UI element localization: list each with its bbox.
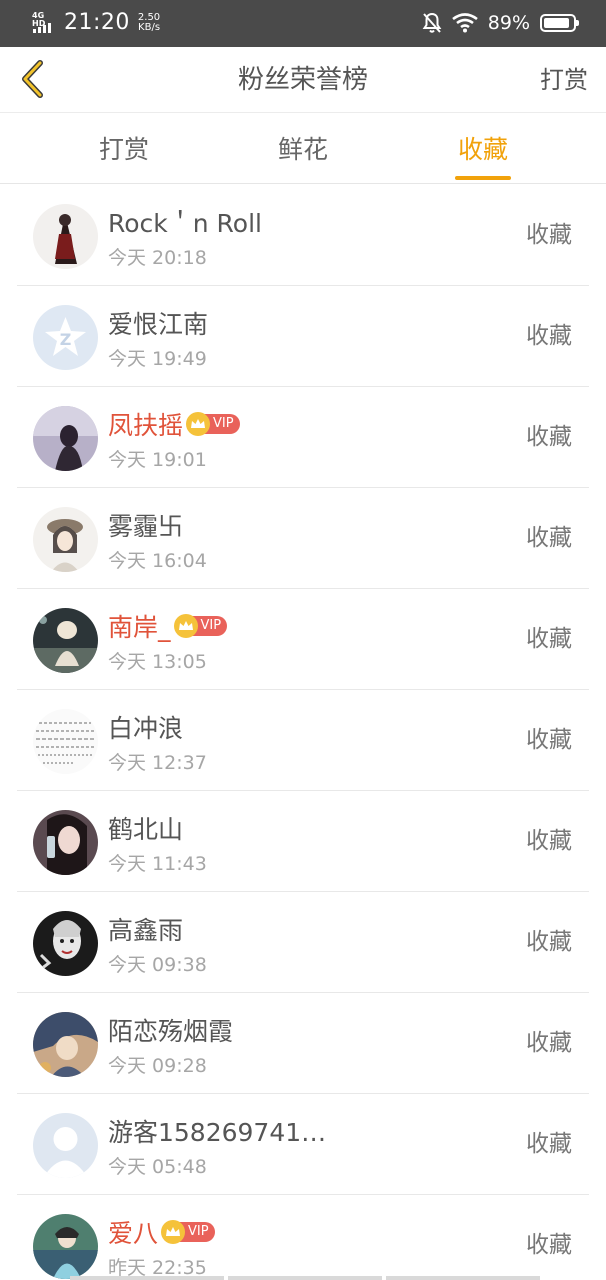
list-item[interactable]: 南岸_ VIP 今天 13:05 收藏 xyxy=(0,589,606,690)
avatar xyxy=(33,1214,98,1279)
favorite-time: 今天 16:04 xyxy=(108,550,207,572)
list-item[interactable]: 白冲浪 今天 12:37 收藏 xyxy=(0,690,606,791)
action-label: 收藏 xyxy=(526,1030,572,1056)
vip-badge: VIP xyxy=(186,411,240,437)
action-label: 收藏 xyxy=(526,525,572,551)
fan-name: 南岸_ xyxy=(108,613,171,642)
favorite-time: 今天 05:48 xyxy=(108,1156,207,1178)
list-item[interactable]: 高鑫雨 今天 09:38 收藏 xyxy=(0,892,606,993)
avatar xyxy=(33,406,98,471)
favorite-time: 今天 19:49 xyxy=(108,348,207,370)
nav-header: 粉丝荣誉榜 打赏 xyxy=(0,47,606,113)
favorite-time: 今天 20:18 xyxy=(108,247,207,269)
fan-name: 游客158269741… xyxy=(108,1118,327,1147)
avatar: Z xyxy=(33,305,98,370)
action-label: 收藏 xyxy=(526,1131,572,1157)
list-item[interactable]: 爱八 VIP 昨天 22:35 收藏 xyxy=(0,1195,606,1280)
avatar xyxy=(33,709,98,774)
tab-favorites[interactable]: 收藏 xyxy=(413,114,553,184)
fan-name: 爱八 xyxy=(108,1219,159,1248)
action-label: 收藏 xyxy=(526,626,572,652)
battery-icon xyxy=(540,14,579,32)
fan-name: 爱恨江南 xyxy=(108,310,209,339)
fan-name: 高鑫雨 xyxy=(108,916,184,945)
avatar xyxy=(33,1012,98,1077)
avatar xyxy=(33,1113,98,1178)
action-label: 收藏 xyxy=(526,323,572,349)
network-speed: 2.50 KB/s xyxy=(137,12,161,33)
list-item[interactable]: 雾霾卐 今天 16:04 收藏 xyxy=(0,488,606,589)
favorite-time: 今天 11:43 xyxy=(108,853,207,875)
page-title: 粉丝荣誉榜 xyxy=(237,65,368,95)
avatar xyxy=(33,810,98,875)
reward-button[interactable]: 打赏 xyxy=(540,47,588,113)
tab-bar: 打赏 鲜花 收藏 xyxy=(0,114,606,184)
tab-reward[interactable]: 打赏 xyxy=(54,114,194,184)
favorite-time: 今天 09:28 xyxy=(108,1055,207,1077)
crown-icon xyxy=(173,614,198,638)
fan-name: 白冲浪 xyxy=(108,714,184,743)
clock: 21:20 xyxy=(64,10,130,35)
bottom-scroll-indicator xyxy=(70,1276,540,1280)
fan-name: 凤扶摇 xyxy=(108,411,184,440)
list-item[interactable]: Rock＇n Roll 今天 20:18 收藏 xyxy=(0,185,606,286)
svg-text:Z: Z xyxy=(60,330,72,349)
wifi-icon xyxy=(451,13,478,33)
tab-flowers[interactable]: 鲜花 xyxy=(233,114,373,184)
bell-muted-icon xyxy=(422,12,442,34)
action-label: 收藏 xyxy=(526,424,572,450)
active-tab-indicator xyxy=(455,176,511,180)
crown-icon xyxy=(161,1220,186,1244)
favorite-time: 今天 12:37 xyxy=(108,752,207,774)
status-bar: 4G HD 21:20 2.50 KB/s 89% xyxy=(0,0,606,47)
action-label: 收藏 xyxy=(526,1232,572,1258)
list-item[interactable]: Z 爱恨江南 今天 19:49 收藏 xyxy=(0,286,606,387)
fan-name: 陌恋殇烟霞 xyxy=(108,1017,234,1046)
vip-badge: VIP xyxy=(173,613,228,639)
vip-badge: VIP xyxy=(161,1219,215,1245)
avatar xyxy=(33,507,98,572)
crown-icon xyxy=(186,412,211,436)
battery-percentage: 89% xyxy=(487,12,530,34)
action-label: 收藏 xyxy=(526,828,572,854)
avatar xyxy=(33,608,98,673)
list-item[interactable]: 凤扶摇 VIP 今天 19:01 收藏 xyxy=(0,387,606,488)
favorite-time: 今天 09:38 xyxy=(108,954,207,976)
cellular-signal-icon: 4G HD xyxy=(32,12,58,34)
action-label: 收藏 xyxy=(526,727,572,753)
fan-name: 鹤北山 xyxy=(108,815,184,844)
action-label: 收藏 xyxy=(526,222,572,248)
avatar xyxy=(33,911,98,976)
fan-name: Rock＇n Roll xyxy=(108,209,262,238)
favorite-time: 今天 19:01 xyxy=(108,449,207,471)
list-item[interactable]: 游客158269741… 今天 05:48 收藏 xyxy=(0,1094,606,1195)
fan-name: 雾霾卐 xyxy=(108,512,184,541)
list-item[interactable]: 陌恋殇烟霞 今天 09:28 收藏 xyxy=(0,993,606,1094)
avatar xyxy=(33,204,98,269)
favorite-time: 今天 13:05 xyxy=(108,651,207,673)
list-item[interactable]: 鹤北山 今天 11:43 收藏 xyxy=(0,791,606,892)
action-label: 收藏 xyxy=(526,929,572,955)
fan-list: Rock＇n Roll 今天 20:18 收藏 Z 爱恨江南 今天 19:49 … xyxy=(0,185,606,1280)
